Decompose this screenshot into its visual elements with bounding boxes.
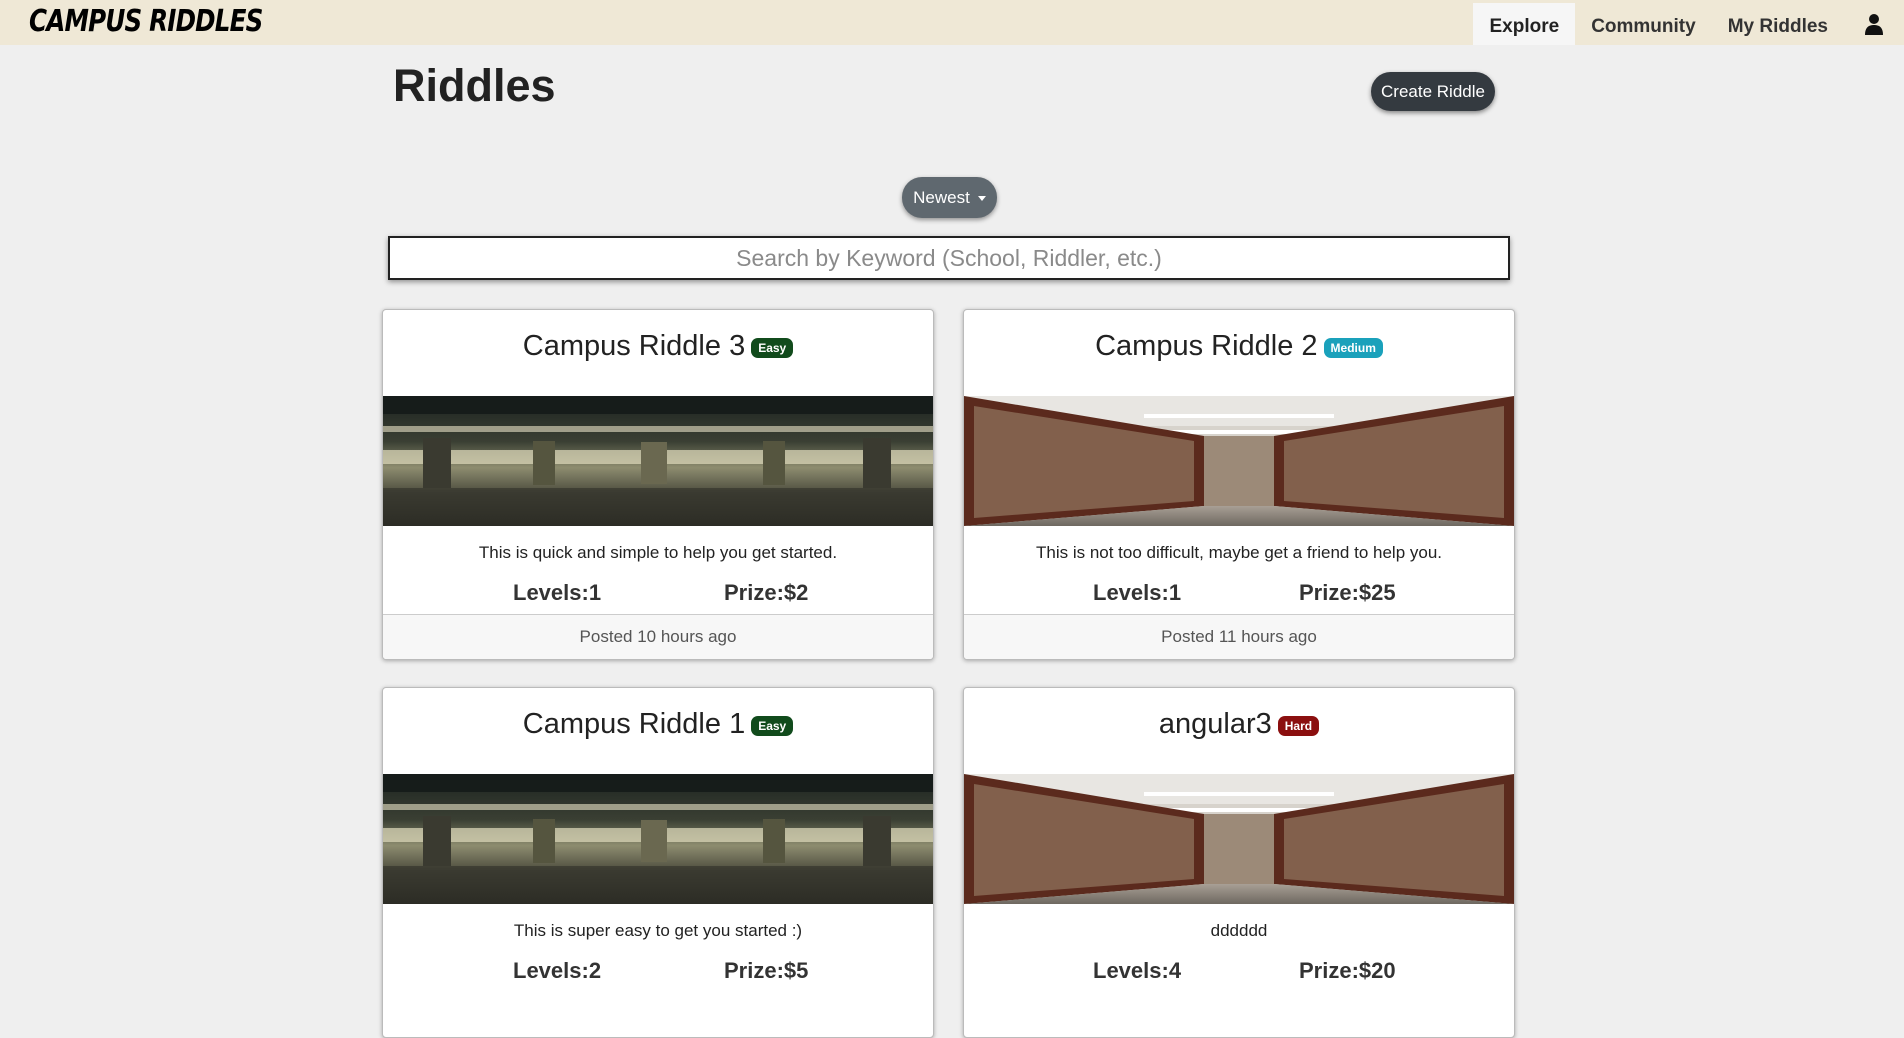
- card-levels: Levels:1: [1093, 580, 1182, 605]
- card-prize: Prize:$2: [724, 580, 809, 605]
- create-riddle-button[interactable]: Create Riddle: [1371, 72, 1495, 111]
- difficulty-badge: Medium: [1323, 338, 1383, 358]
- card-header: Campus Riddle 1 Easy: [383, 688, 933, 774]
- card-levels: Levels:1: [513, 580, 602, 605]
- card-header: angular3 Hard: [964, 688, 1514, 774]
- card-description: This is super easy to get you started :): [513, 921, 803, 940]
- difficulty-badge: Hard: [1277, 716, 1320, 736]
- parking-garage-image: [383, 396, 933, 526]
- card-levels: Levels:4: [1093, 958, 1182, 983]
- brand-logo[interactable]: CAMPUS RIDDLES: [29, 4, 263, 39]
- card-description: dddddd: [1210, 921, 1268, 940]
- riddle-card[interactable]: Campus Riddle 1 Easy This is super easy …: [382, 687, 934, 1038]
- card-description: This is quick and simple to help you get…: [478, 543, 838, 562]
- nav-explore[interactable]: Explore: [1473, 3, 1576, 45]
- nav-links: Explore Community My Riddles: [1473, 3, 1904, 45]
- card-title[interactable]: angular3: [1159, 708, 1272, 741]
- card-footer: Posted 11 hours ago: [964, 614, 1514, 659]
- card-prize: Prize:$25: [1299, 580, 1396, 605]
- nav-community[interactable]: Community: [1575, 3, 1712, 45]
- parking-garage-image: [383, 774, 933, 904]
- card-header: Campus Riddle 2 Medium: [964, 310, 1514, 396]
- difficulty-badge: Easy: [751, 716, 794, 736]
- card-footer: Posted 10 hours ago: [383, 614, 933, 659]
- library-aisle-image: [964, 396, 1514, 526]
- card-title[interactable]: Campus Riddle 1: [523, 708, 745, 741]
- library-aisle-image: [964, 774, 1514, 904]
- difficulty-badge: Easy: [751, 338, 794, 358]
- sort-label: Newest: [913, 187, 970, 207]
- card-prize: Prize:$5: [724, 958, 809, 983]
- page-title: Riddles: [393, 60, 556, 111]
- sort-dropdown[interactable]: Newest: [902, 177, 997, 218]
- search-input[interactable]: [388, 236, 1510, 280]
- card-header: Campus Riddle 3 Easy: [383, 310, 933, 396]
- nav-my-riddles[interactable]: My Riddles: [1712, 3, 1844, 45]
- card-title[interactable]: Campus Riddle 2: [1095, 330, 1317, 363]
- card-levels: Levels:2: [513, 958, 602, 983]
- card-description: This is not too difficult, maybe get a f…: [1035, 543, 1443, 562]
- card-title[interactable]: Campus Riddle 3: [523, 330, 745, 363]
- card-prize: Prize:$20: [1299, 958, 1396, 983]
- riddle-card[interactable]: angular3 Hard dddddd Levels:4 Prize:$20: [963, 687, 1515, 1038]
- top-navbar: CAMPUS RIDDLES Explore Community My Ridd…: [0, 0, 1904, 45]
- riddle-card[interactable]: Campus Riddle 3 Easy This is quick and s…: [382, 309, 934, 660]
- chevron-down-icon: [977, 196, 986, 201]
- user-icon[interactable]: [1844, 3, 1904, 45]
- riddle-card[interactable]: Campus Riddle 2 Medium This is not too d…: [963, 309, 1515, 660]
